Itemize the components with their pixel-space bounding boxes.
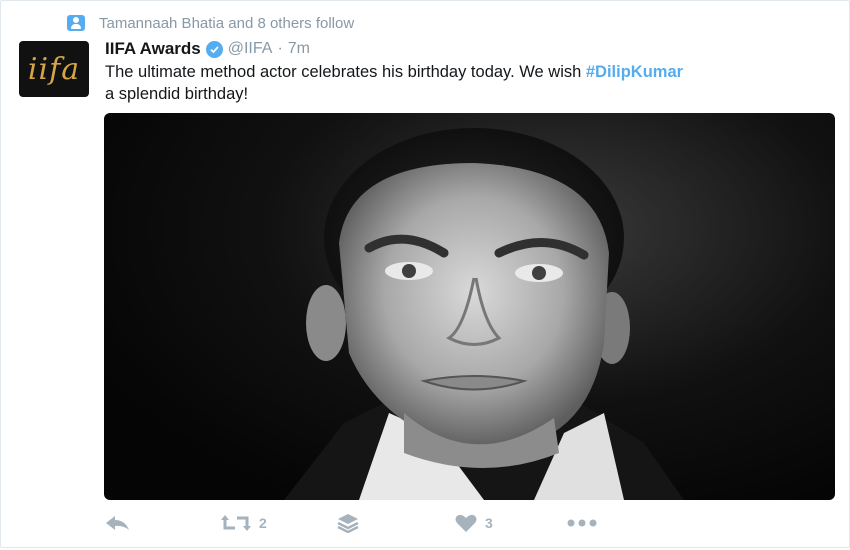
layers-icon xyxy=(337,514,359,533)
heart-icon xyxy=(455,514,477,532)
reply-icon xyxy=(106,516,129,530)
more-button[interactable] xyxy=(567,509,597,537)
tweet-actions: 2 3 xyxy=(105,509,705,537)
tweet-photo[interactable] xyxy=(104,113,835,500)
tweet-text-part1: The ultimate method actor celebrates his… xyxy=(105,63,586,81)
tweet-text-part2: a splendid birthday! xyxy=(105,85,249,103)
author-name[interactable]: IIFA Awards xyxy=(105,39,201,59)
separator-dot: · xyxy=(277,40,283,57)
person-icon xyxy=(67,15,85,31)
retweet-count: 2 xyxy=(259,515,267,531)
hashtag-link[interactable]: #DilipKumar xyxy=(586,63,683,81)
tweet-header: IIFA Awards @IIFA · 7m xyxy=(105,38,310,60)
portrait-photo xyxy=(284,128,684,500)
social-context: Tamannaah Bhatia and 8 others follow xyxy=(67,13,354,33)
retweet-icon xyxy=(221,515,251,531)
tweet-text: The ultimate method actor celebrates his… xyxy=(105,61,845,105)
tweet-card: Tamannaah Bhatia and 8 others follow iif… xyxy=(0,0,850,548)
layers-button[interactable] xyxy=(337,509,359,537)
tweet-timestamp[interactable]: 7m xyxy=(288,40,310,58)
avatar[interactable]: iifa xyxy=(19,41,89,97)
reply-button[interactable] xyxy=(105,509,131,537)
social-context-text[interactable]: Tamannaah Bhatia and 8 others follow xyxy=(99,15,354,32)
avatar-logo-text: iifa xyxy=(27,51,81,87)
more-icon xyxy=(567,519,597,527)
like-count: 3 xyxy=(485,515,493,531)
retweet-button[interactable]: 2 xyxy=(221,509,267,537)
like-button[interactable]: 3 xyxy=(455,509,493,537)
author-handle[interactable]: @IIFA xyxy=(228,40,273,58)
verified-icon xyxy=(205,40,223,58)
